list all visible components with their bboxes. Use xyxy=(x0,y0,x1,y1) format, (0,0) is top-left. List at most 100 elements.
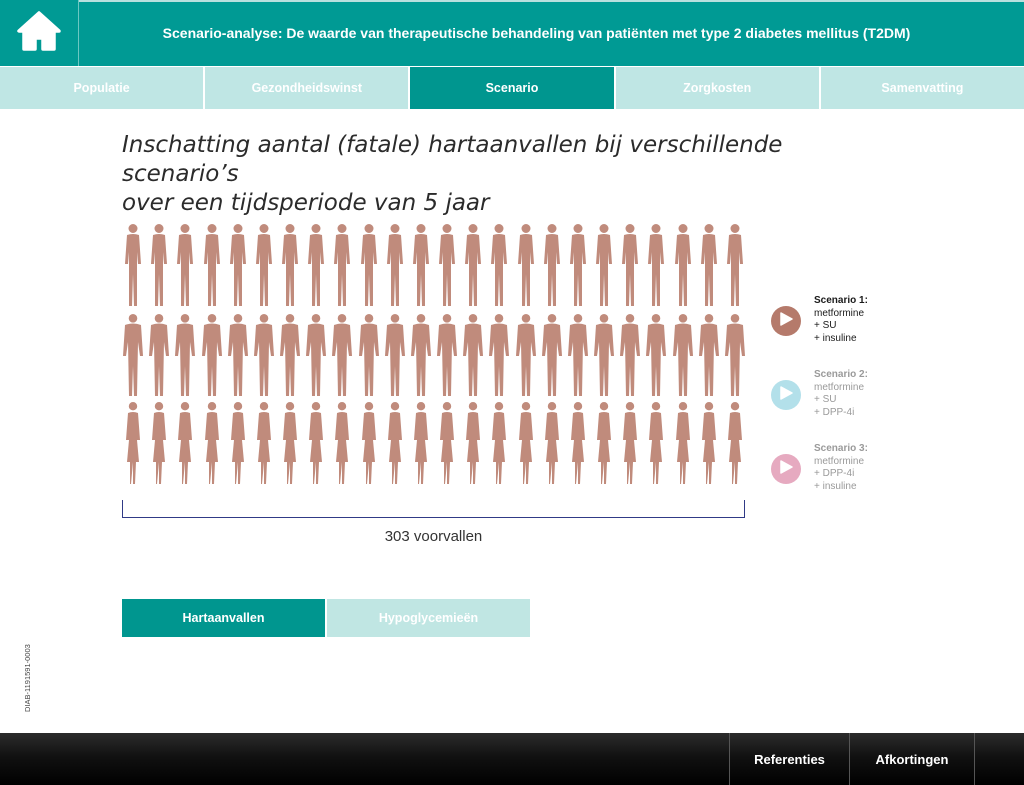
person-silhouette-icon xyxy=(541,400,563,486)
hartaanvallen-toggle[interactable]: Hartaanvallen xyxy=(122,599,325,637)
person-silhouette-icon xyxy=(488,222,510,308)
home-button[interactable] xyxy=(0,0,79,66)
person-silhouette-icon xyxy=(436,400,458,486)
person-silhouette-icon xyxy=(227,400,249,486)
scenario-1-play-button[interactable] xyxy=(771,306,801,336)
person-silhouette-icon xyxy=(698,400,720,486)
scenario-3-line-1: metformine xyxy=(814,455,865,467)
person-silhouette-icon xyxy=(488,400,510,486)
person-silhouette-icon xyxy=(698,312,720,398)
scenario-2-text: Scenario 2: metformine + SU + DPP-4i xyxy=(814,369,868,419)
person-silhouette-icon xyxy=(541,222,563,308)
referenties-button[interactable]: Referenties xyxy=(729,733,849,785)
person-silhouette-icon xyxy=(253,222,275,308)
section-heading: Inschatting aantal (fatale) hartaanvalle… xyxy=(122,131,902,218)
person-silhouette-icon xyxy=(619,222,641,308)
person-silhouette-icon xyxy=(279,222,301,308)
app-header: Scenario-analyse: De waarde van therapeu… xyxy=(0,0,1024,66)
person-silhouette-icon xyxy=(253,312,275,398)
person-silhouette-icon xyxy=(122,312,144,398)
person-silhouette-icon xyxy=(305,222,327,308)
scenario-1-text: Scenario 1: metformine + SU + insuline xyxy=(814,295,868,345)
person-silhouette-icon xyxy=(331,312,353,398)
person-silhouette-icon xyxy=(410,222,432,308)
scenario-2-play-button[interactable] xyxy=(771,380,801,410)
scenario-1-line-3: + insuline xyxy=(814,332,857,344)
scenario-2-title: Scenario 2: xyxy=(814,369,868,380)
person-silhouette-icon xyxy=(724,312,746,398)
person-silhouette-icon xyxy=(358,312,380,398)
scenario-2-option[interactable]: Scenario 2: metformine + SU + DPP-4i xyxy=(771,369,881,429)
play-icon xyxy=(779,311,793,331)
tab-samenvatting[interactable]: Samenvatting xyxy=(820,67,1024,109)
person-silhouette-icon xyxy=(331,400,353,486)
people-row xyxy=(122,400,746,486)
person-silhouette-icon xyxy=(515,312,537,398)
person-silhouette-icon xyxy=(645,312,667,398)
scenario-3-play-button[interactable] xyxy=(771,454,801,484)
person-silhouette-icon xyxy=(724,222,746,308)
person-silhouette-icon xyxy=(619,312,641,398)
tab-scenario[interactable]: Scenario xyxy=(410,67,614,109)
person-silhouette-icon xyxy=(515,222,537,308)
person-silhouette-icon xyxy=(253,400,275,486)
person-silhouette-icon xyxy=(593,222,615,308)
event-count-label: 303 voorvallen xyxy=(384,528,483,545)
person-silhouette-icon xyxy=(672,312,694,398)
play-icon xyxy=(779,385,793,405)
tab-populatie[interactable]: Populatie xyxy=(0,67,204,109)
person-silhouette-icon xyxy=(305,312,327,398)
person-silhouette-icon xyxy=(593,400,615,486)
scenario-1-option[interactable]: Scenario 1: metformine + SU + insuline xyxy=(771,295,881,355)
person-silhouette-icon xyxy=(201,222,223,308)
scenario-3-line-2: + DPP-4i xyxy=(814,468,855,479)
person-silhouette-icon xyxy=(567,312,589,398)
person-silhouette-icon xyxy=(201,400,223,486)
scenario-2-line-2: + SU xyxy=(814,394,837,405)
person-silhouette-icon xyxy=(122,400,144,486)
person-silhouette-icon xyxy=(462,400,484,486)
tab-gezondheidswinst[interactable]: Gezondheidswinst xyxy=(205,67,409,109)
count-bracket xyxy=(122,500,745,518)
person-silhouette-icon xyxy=(148,222,170,308)
scenario-2-line-3: + DPP-4i xyxy=(814,406,855,418)
document-code: DIAB-1191591-0003 xyxy=(23,644,32,712)
afkortingen-button[interactable]: Afkortingen xyxy=(849,733,974,785)
scenario-1-line-1: metformine xyxy=(814,307,865,319)
person-silhouette-icon xyxy=(515,400,537,486)
person-silhouette-icon xyxy=(201,312,223,398)
person-silhouette-icon xyxy=(358,400,380,486)
scenario-3-text: Scenario 3: metformine + DPP-4i + insuli… xyxy=(814,443,868,493)
person-silhouette-icon xyxy=(541,312,563,398)
person-silhouette-icon xyxy=(724,400,746,486)
person-silhouette-icon xyxy=(436,222,458,308)
people-row xyxy=(122,222,746,308)
person-silhouette-icon xyxy=(619,400,641,486)
main-tabs: Populatie Gezondheidswinst Scenario Zorg… xyxy=(0,67,1024,109)
person-silhouette-icon xyxy=(384,312,406,398)
person-silhouette-icon xyxy=(488,312,510,398)
scenario-1-title: Scenario 1: xyxy=(814,295,868,306)
person-silhouette-icon xyxy=(148,312,170,398)
person-silhouette-icon xyxy=(122,222,144,308)
play-icon xyxy=(779,459,793,479)
person-silhouette-icon xyxy=(279,312,301,398)
person-silhouette-icon xyxy=(645,222,667,308)
heading-line-2: over een tijdsperiode van 5 jaar xyxy=(122,190,490,216)
scenario-3-line-3: + insuline xyxy=(814,480,857,492)
person-silhouette-icon xyxy=(410,312,432,398)
person-silhouette-icon xyxy=(148,400,170,486)
home-icon xyxy=(16,10,62,57)
scenario-3-option[interactable]: Scenario 3: metformine + DPP-4i + insuli… xyxy=(771,443,881,503)
person-silhouette-icon xyxy=(672,400,694,486)
hypoglycemieen-toggle[interactable]: Hypoglycemieën xyxy=(327,599,530,637)
tab-zorgkosten[interactable]: Zorgkosten xyxy=(615,67,819,109)
person-silhouette-icon xyxy=(593,312,615,398)
heading-line-1: Inschatting aantal (fatale) hartaanvalle… xyxy=(122,132,783,187)
person-silhouette-icon xyxy=(227,312,249,398)
person-silhouette-icon xyxy=(384,222,406,308)
person-silhouette-icon xyxy=(331,222,353,308)
people-row xyxy=(122,312,746,398)
footer-bar: Referenties Afkortingen xyxy=(0,733,1024,785)
people-figure-grid xyxy=(122,222,746,486)
